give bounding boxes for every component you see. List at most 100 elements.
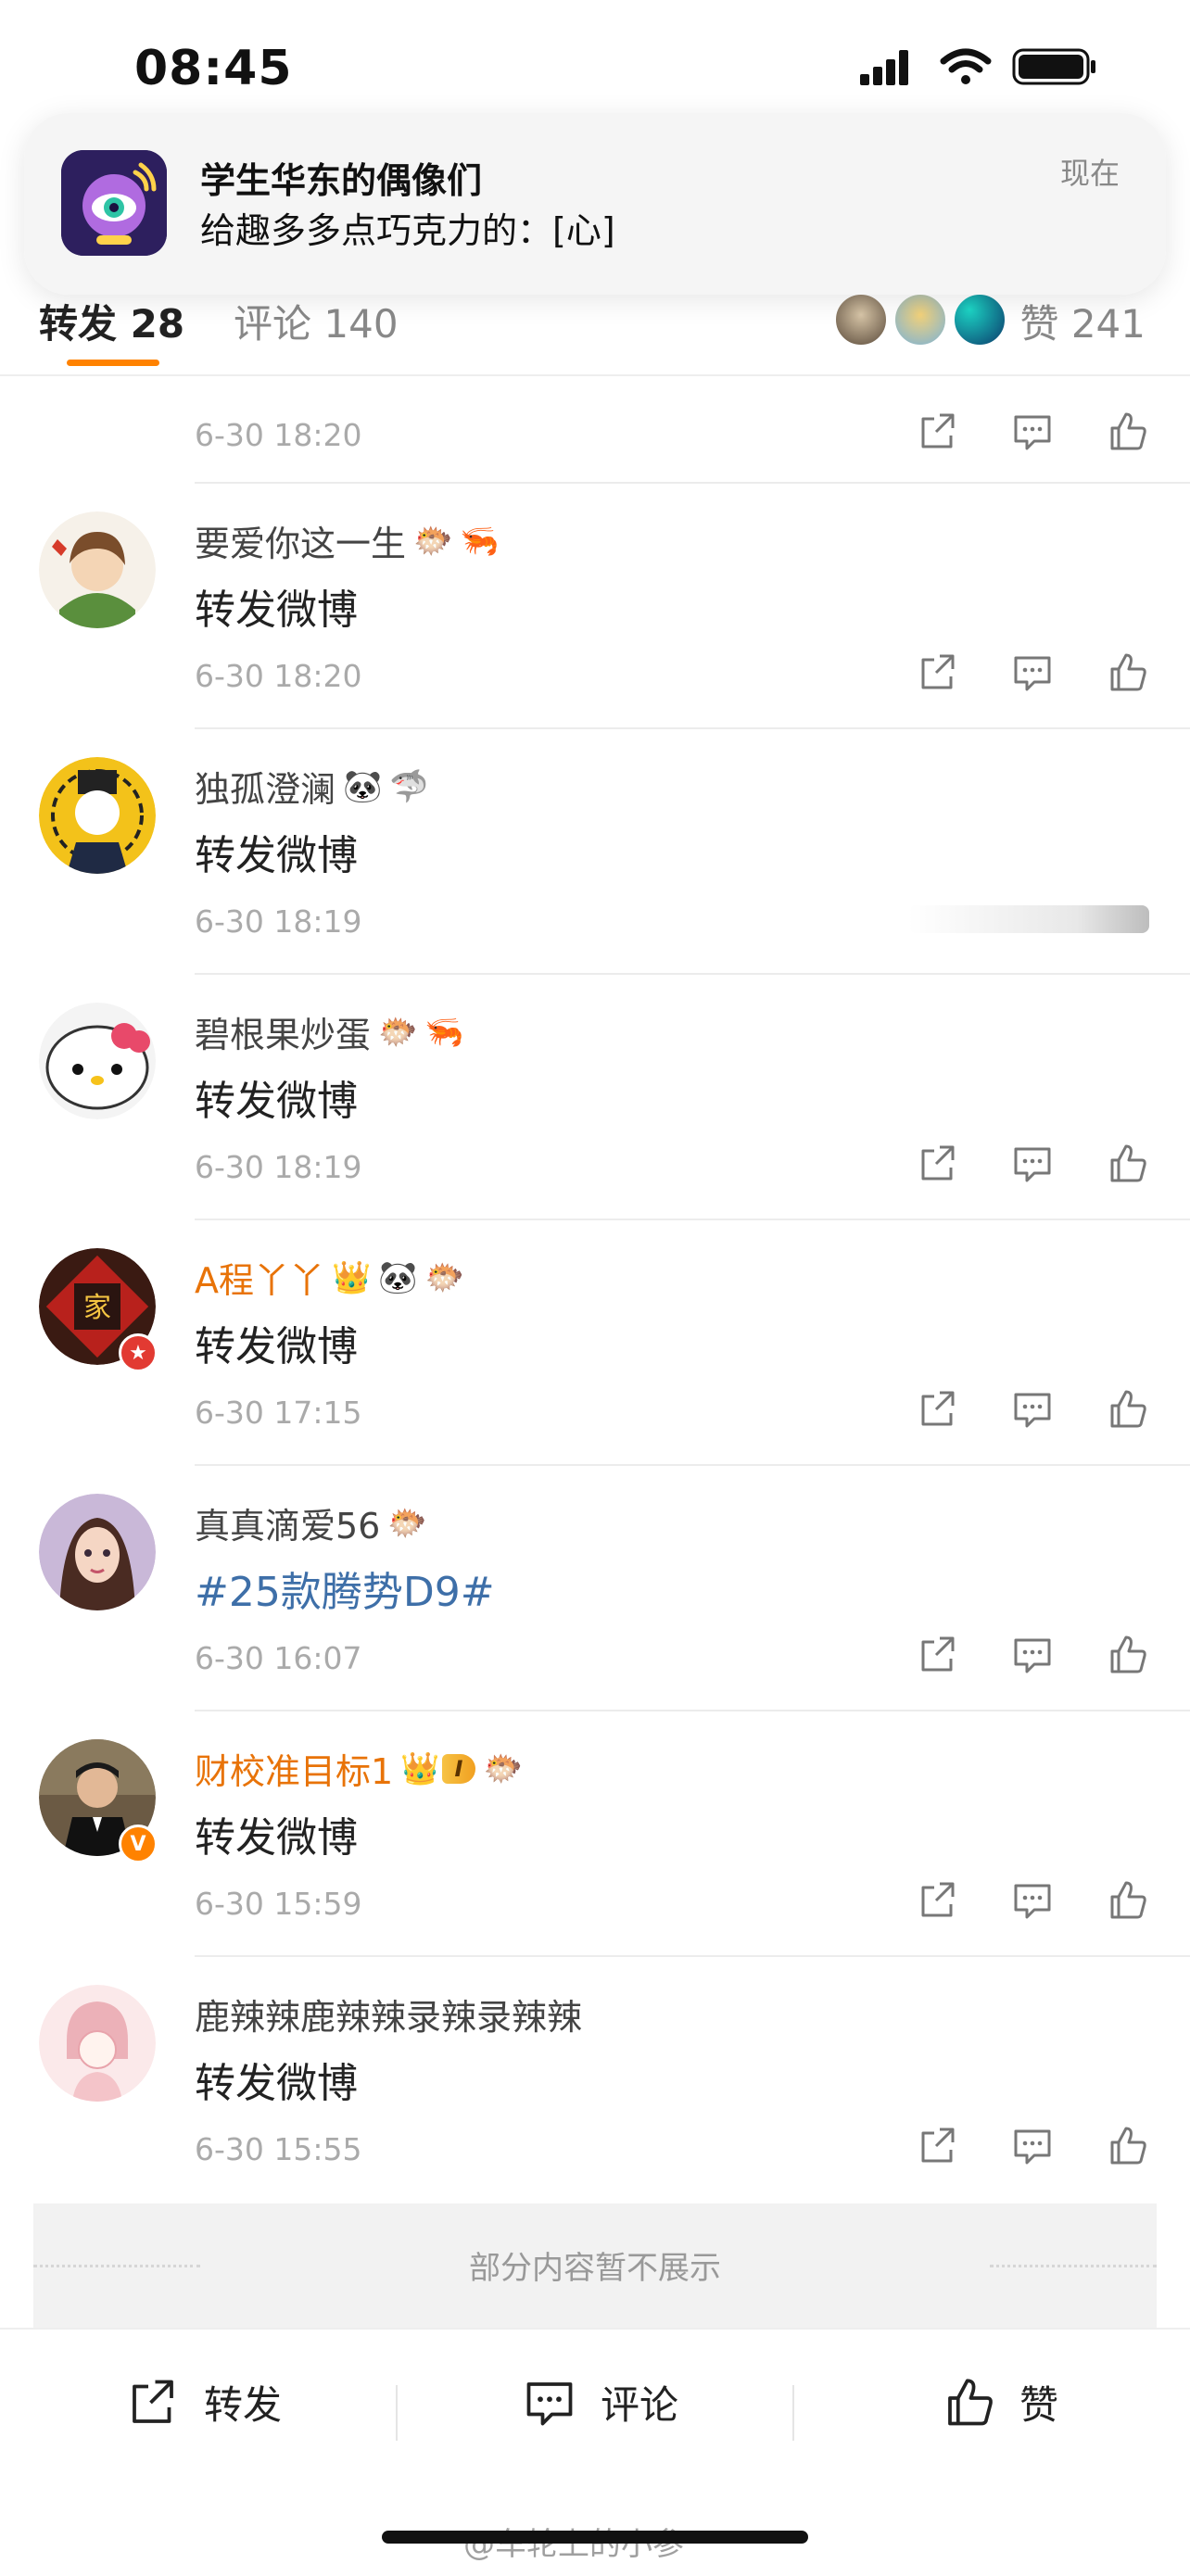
- comment-icon: [526, 2381, 573, 2425]
- share-icon[interactable]: [916, 2124, 960, 2168]
- comment-icon[interactable]: [1010, 1142, 1055, 1186]
- wifi-icon: [940, 48, 992, 84]
- list-item[interactable]: 6-30 18:20: [0, 374, 1190, 484]
- hidden-content-text: 部分内容暂不展示: [469, 2250, 721, 2287]
- dotted-divider: [990, 2265, 1157, 2267]
- fish-badge-icon: 🐡: [413, 522, 453, 560]
- list-item[interactable]: 鹿辣辣鹿辣辣录辣录辣辣 转发微博 6-30 15:55: [0, 1957, 1190, 2203]
- koi-badge-icon: 🦐: [460, 522, 500, 560]
- avatar[interactable]: [39, 757, 156, 874]
- like-icon[interactable]: [1105, 1878, 1149, 1923]
- tab-repost-count: 28: [130, 301, 185, 347]
- fish-badge-icon: 🐡: [424, 1258, 465, 1296]
- avatar[interactable]: [39, 1985, 156, 2102]
- user-name[interactable]: 真真滴爱56 🐡: [195, 1497, 427, 1548]
- list-item[interactable]: V 财校准目标1 👑 I 🐡 转发微博 6-30 15:59: [0, 1711, 1190, 1957]
- user-name-text: 真真滴爱56: [195, 1506, 381, 1547]
- shark-badge-icon: 🦈: [389, 767, 429, 805]
- liker-avatars[interactable]: [834, 293, 1012, 347]
- user-name-text: 要爱你这一生: [195, 524, 407, 564]
- like-icon[interactable]: [1105, 1387, 1149, 1432]
- share-icon[interactable]: [916, 1878, 960, 1923]
- verified-badge-icon: ★: [119, 1333, 158, 1372]
- comment-icon[interactable]: [1010, 1633, 1055, 1677]
- like-icon[interactable]: [1105, 650, 1149, 695]
- share-icon[interactable]: [916, 410, 960, 454]
- repost-topic-link[interactable]: #25款腾势D9#: [195, 1559, 495, 1618]
- share-icon: [133, 2380, 173, 2423]
- notification-message: 给趣多多点巧克力的：[心]: [200, 210, 615, 251]
- share-icon[interactable]: [916, 1142, 960, 1186]
- repost-button[interactable]: 转发: [120, 2374, 282, 2431]
- home-indicator[interactable]: [382, 2531, 808, 2544]
- like-button[interactable]: 赞: [936, 2374, 1058, 2431]
- liker-avatar: [834, 293, 888, 347]
- list-item[interactable]: 要爱你这一生 🐡 🦐 转发微博 6-30 18:20: [0, 484, 1190, 729]
- share-icon[interactable]: [916, 1387, 960, 1432]
- user-name-text: 独孤澄澜: [195, 769, 336, 810]
- comment-icon[interactable]: [1010, 1878, 1055, 1923]
- user-name[interactable]: A程丫丫 👑 🐼 🐡: [195, 1252, 464, 1303]
- active-tab-indicator: [67, 360, 159, 366]
- repost-time: 6-30 18:20: [195, 658, 362, 694]
- status-time: 08:45: [134, 41, 293, 96]
- avatar[interactable]: [39, 1494, 156, 1610]
- user-name[interactable]: 碧根果炒蛋 🐡 🦐: [195, 1006, 464, 1057]
- notification-time: 现在: [1059, 156, 1120, 191]
- bar-separator: [792, 2385, 794, 2441]
- crown-badge-icon: 👑: [400, 1749, 440, 1787]
- avatar[interactable]: [39, 511, 156, 628]
- comment-icon[interactable]: [1010, 1387, 1055, 1432]
- list-item[interactable]: 真真滴爱56 🐡 #25款腾势D9# 6-30 16:07: [0, 1466, 1190, 1711]
- user-name-text: 财校准目标1: [195, 1751, 394, 1792]
- repost-time: 6-30 15:59: [195, 1886, 362, 1922]
- bar-separator: [396, 2385, 398, 2441]
- liker-avatar: [953, 293, 1006, 347]
- avatar[interactable]: [39, 1003, 156, 1119]
- notification-banner[interactable]: 学生华东的偶像们 给趣多多点巧克力的：[心] 现在: [24, 113, 1166, 295]
- tab-like[interactable]: 赞 241: [1019, 293, 1146, 349]
- user-name-text: A程丫丫: [195, 1260, 324, 1301]
- user-name[interactable]: 要爱你这一生 🐡 🦐: [195, 515, 500, 566]
- list-item[interactable]: 独孤澄澜 🐼 🦈 转发微博 6-30 18:19: [0, 729, 1190, 975]
- tab-repost[interactable]: 转发 28: [39, 293, 184, 349]
- repost-time: 6-30 16:07: [195, 1640, 362, 1676]
- hidden-content-notice: 部分内容暂不展示: [33, 2203, 1157, 2328]
- verified-badge-icon: V: [119, 1825, 158, 1863]
- battery-icon: [1012, 48, 1095, 85]
- fish-badge-icon: 🐡: [378, 1013, 418, 1051]
- like-icon[interactable]: [1105, 410, 1149, 454]
- user-name[interactable]: 财校准目标1 👑 I 🐡: [195, 1743, 523, 1794]
- user-name-text: 碧根果炒蛋: [195, 1015, 372, 1055]
- user-name[interactable]: 独孤澄澜 🐼 🦈: [195, 761, 429, 812]
- user-name[interactable]: 鹿辣辣鹿辣辣录辣录辣辣: [195, 1989, 582, 2039]
- repost-text: 转发微博: [195, 1323, 358, 1370]
- repost-text: 转发微博: [195, 832, 358, 879]
- cellular-signal-icon: [860, 50, 908, 85]
- comment-icon[interactable]: [1010, 410, 1055, 454]
- repost-text: 转发微博: [195, 1078, 358, 1125]
- user-name-text: 鹿辣辣鹿辣辣录辣录辣辣: [195, 1997, 583, 2038]
- tab-comment-count: 140: [323, 301, 399, 347]
- repost-time: 6-30 18:20: [195, 417, 362, 453]
- list-item[interactable]: 家 ★ A程丫丫 👑 🐼 🐡 转发微博 6-30 17:15: [0, 1220, 1190, 1466]
- repost-button-label: 转发: [204, 2382, 283, 2428]
- vip-level-badge: I: [441, 1753, 476, 1784]
- share-icon[interactable]: [916, 1633, 960, 1677]
- crown-badge-icon: 👑: [332, 1258, 372, 1296]
- tab-comment[interactable]: 评论 140: [234, 293, 399, 349]
- comment-icon[interactable]: [1010, 2124, 1055, 2168]
- share-icon[interactable]: [916, 650, 960, 695]
- tab-comment-label: 评论: [234, 301, 312, 347]
- list-item[interactable]: 碧根果炒蛋 🐡 🦐 转发微博 6-30 18:19: [0, 975, 1190, 1220]
- like-icon[interactable]: [1105, 2124, 1149, 2168]
- repost-text: 转发微博: [195, 587, 358, 634]
- app-icon: [61, 150, 167, 256]
- comment-button[interactable]: 评论: [517, 2374, 678, 2431]
- panda-badge-icon: 🐼: [343, 767, 383, 805]
- like-icon[interactable]: [1105, 1142, 1149, 1186]
- comment-icon[interactable]: [1010, 650, 1055, 695]
- liker-avatar: [893, 293, 947, 347]
- like-icon[interactable]: [1105, 1633, 1149, 1677]
- like-button-label: 赞: [1019, 2382, 1059, 2428]
